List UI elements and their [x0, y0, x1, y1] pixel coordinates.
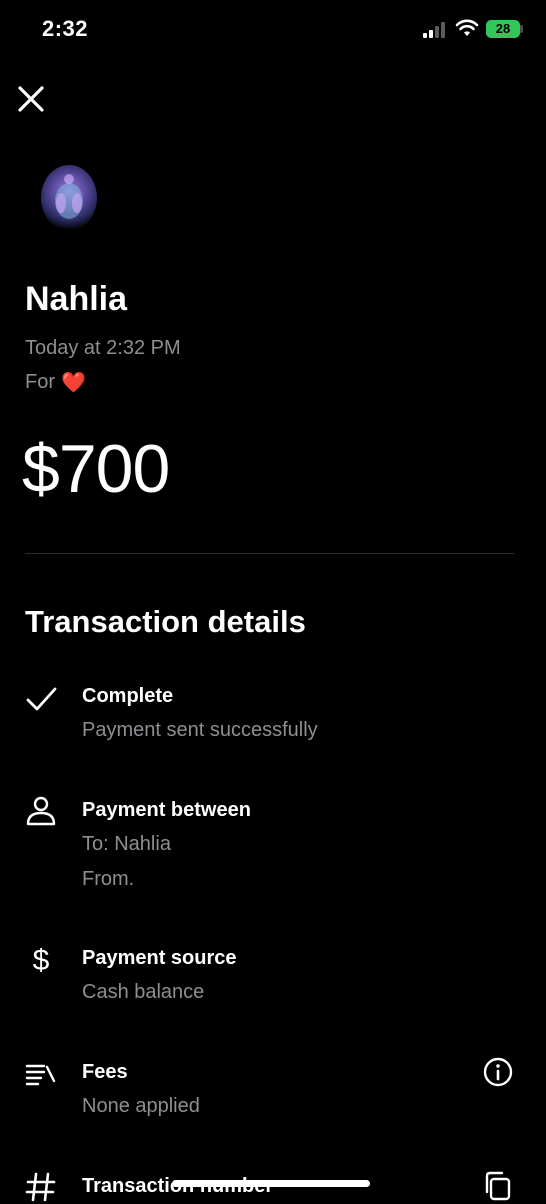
payment-amount: $700 — [22, 431, 170, 507]
person-icon — [26, 796, 56, 826]
recipient-name: Nahlia — [25, 280, 128, 318]
status-time: 2:32 — [42, 16, 89, 41]
svg-text:$: $ — [33, 944, 50, 977]
fees-list-icon — [25, 1064, 56, 1086]
status-title: Complete — [82, 685, 174, 707]
payment-to: To: Nahlia — [82, 833, 171, 855]
home-indicator[interactable] — [172, 1180, 370, 1187]
copy-icon[interactable] — [482, 1170, 514, 1202]
note-prefix: For — [25, 371, 55, 393]
section-title: Transaction details — [25, 604, 306, 639]
note-emoji: ❤️ — [61, 372, 86, 394]
wifi-icon — [455, 19, 479, 36]
dollar-sign-icon: $ — [33, 944, 50, 977]
payment-between-title: Payment between — [82, 799, 251, 821]
cellular-signal-icon — [423, 22, 445, 38]
battery-level: 28 — [495, 21, 511, 36]
info-icon[interactable] — [482, 1056, 514, 1088]
close-button[interactable] — [14, 82, 48, 116]
fees-title: Fees — [82, 1061, 128, 1083]
avatar — [41, 165, 97, 231]
payment-from: From. — [82, 868, 135, 890]
transaction-timestamp: Today at 2:32 PM — [25, 337, 181, 359]
payment-source-title: Payment source — [82, 947, 237, 969]
status-bar: 2:32 28 — [0, 0, 546, 60]
payment-note: For ❤️ — [25, 370, 86, 395]
close-icon — [18, 86, 44, 112]
checkmark-icon — [26, 687, 57, 711]
battery-nub — [520, 25, 523, 33]
fees-value: None applied — [82, 1095, 200, 1117]
divider — [25, 553, 514, 554]
payment-source-value: Cash balance — [82, 981, 205, 1003]
battery-indicator: 28 — [486, 20, 520, 38]
status-subtitle: Payment sent successfully — [82, 719, 318, 741]
hash-icon — [25, 1172, 56, 1202]
